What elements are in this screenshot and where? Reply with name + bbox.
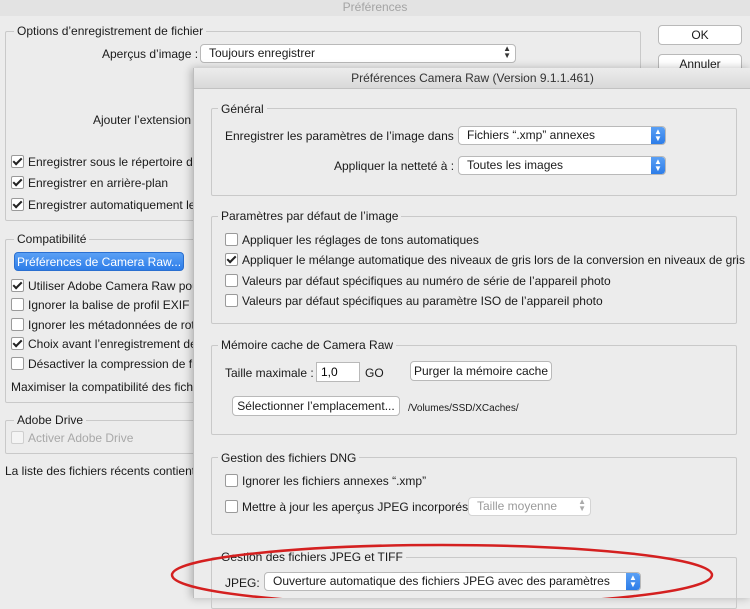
red-ellipse-icon <box>170 543 714 598</box>
highlight-annotation <box>170 543 714 598</box>
